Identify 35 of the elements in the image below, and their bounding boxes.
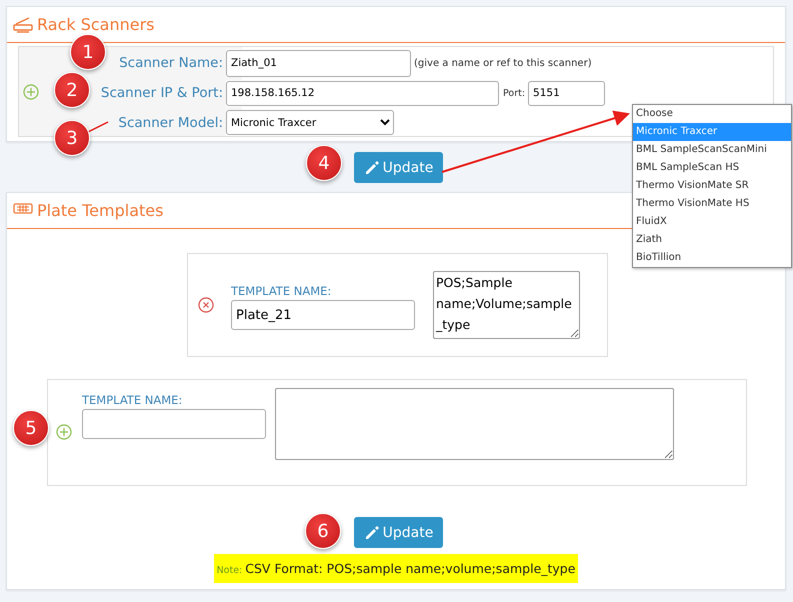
template-name-field[interactable]: Plate_21 bbox=[231, 300, 415, 330]
pencil-icon bbox=[364, 160, 379, 175]
model-select[interactable]: Micronic Traxcer bbox=[226, 110, 394, 136]
section-title: Plate Templates bbox=[37, 201, 164, 220]
dropdown-option[interactable]: BML SampleScan HS bbox=[633, 159, 791, 177]
callout-badge: 3 bbox=[54, 120, 90, 156]
port-label: Port: bbox=[503, 88, 526, 99]
template-name-field[interactable] bbox=[82, 409, 266, 439]
note-text: CSV Format: POS;sample name;volume;sample_type bbox=[245, 561, 576, 576]
text-field[interactable]: 5151 bbox=[528, 80, 606, 106]
remove-icon[interactable] bbox=[198, 296, 215, 314]
add-icon[interactable] bbox=[56, 424, 73, 441]
field-label: Scanner Name: bbox=[119, 55, 223, 72]
text-field[interactable]: Ziath_01 bbox=[226, 50, 411, 77]
pencil-icon bbox=[364, 525, 379, 540]
field-label: TEMPLATE NAME: bbox=[82, 393, 184, 407]
scanner-icon bbox=[13, 16, 33, 33]
dropdown-option[interactable]: BML SampleScanScanMini bbox=[633, 141, 791, 159]
field-label: Scanner Model: bbox=[118, 114, 223, 131]
text-field[interactable]: 198.158.165.12 bbox=[226, 80, 499, 106]
callout-badge: 4 bbox=[306, 145, 342, 181]
dropdown-option[interactable]: Thermo VisionMate HS bbox=[633, 195, 791, 213]
field-label: Scanner IP & Port: bbox=[100, 85, 223, 102]
add-icon[interactable] bbox=[23, 84, 39, 100]
note-label: Note: bbox=[216, 565, 242, 576]
csv-text-area[interactable] bbox=[275, 388, 674, 460]
dropdown-option[interactable]: BioTillion bbox=[633, 249, 791, 267]
hint-text: (give a name or ref to this scanner) bbox=[414, 58, 592, 69]
csv-text-area[interactable]: POS;Sample name;Volume;sample_type bbox=[433, 271, 580, 339]
field-label: TEMPLATE NAME: bbox=[231, 284, 332, 298]
dropdown-option[interactable]: FluidX bbox=[633, 213, 791, 231]
dropdown-option[interactable]: Choose bbox=[633, 105, 791, 123]
dropdown-option[interactable]: Ziath bbox=[633, 231, 791, 249]
dropdown-option[interactable]: Thermo VisionMate SR bbox=[633, 177, 791, 195]
section-title: Rack Scanners bbox=[37, 15, 155, 34]
